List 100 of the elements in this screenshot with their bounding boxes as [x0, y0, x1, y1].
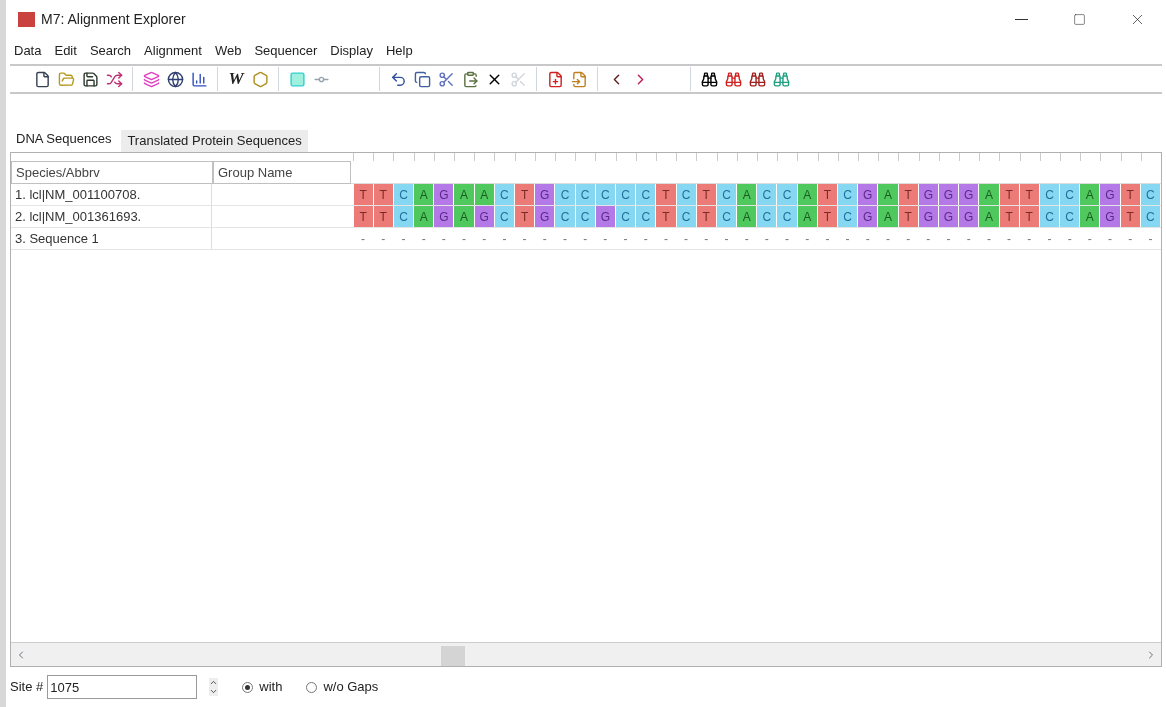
gap-cell: - [515, 228, 536, 249]
base-cell: T [898, 206, 919, 227]
gap-cell: - [575, 228, 596, 249]
menu-item[interactable]: Display [330, 41, 373, 61]
base-cell: G [959, 184, 980, 205]
base-cell: T [515, 206, 536, 227]
base-cell: G [1100, 206, 1121, 227]
base-cell: C [1140, 184, 1161, 205]
base-cell: G [918, 206, 939, 227]
gap-cell: - [1039, 228, 1061, 249]
base-cell: T [1019, 184, 1040, 205]
base-cell: G [434, 184, 455, 205]
base-cell: G [535, 206, 556, 227]
base-cell: C [615, 184, 637, 205]
base-cell: T [656, 184, 677, 205]
w-button[interactable]: W [224, 67, 248, 91]
gap-cell: - [979, 228, 1000, 249]
gap-cell: - [1019, 228, 1040, 249]
gap-cell: - [797, 228, 818, 249]
base-cell: G [535, 184, 556, 205]
gap-cell: - [636, 228, 657, 249]
site-field[interactable]: 1075 [47, 675, 198, 699]
base-cell: T [353, 206, 374, 227]
base-cell: T [515, 184, 536, 205]
base-cell: C [1060, 206, 1081, 227]
base-cell: C [716, 184, 738, 205]
gap-cell: - [817, 228, 838, 249]
base-cell: G [938, 206, 960, 227]
gap-cell: - [938, 228, 960, 249]
base-cell: C [575, 184, 596, 205]
table-cell-text: 2. lcl|NM_001361693. [14, 207, 143, 226]
menu-item[interactable]: Data [14, 41, 42, 61]
gap-cell: - [595, 228, 616, 249]
base-cell: A [1080, 206, 1101, 227]
base-cell: C [595, 184, 616, 205]
gap-cell: - [838, 228, 859, 249]
base-cell: G [918, 184, 939, 205]
base-cell: T [999, 206, 1020, 227]
column-header: Species/Abbrv [11, 161, 213, 184]
gap-cell: - [414, 228, 435, 249]
menu-item[interactable]: Alignment [144, 41, 202, 61]
base-cell: A [979, 184, 1000, 205]
base-cell: C [636, 184, 657, 205]
base-cell: T [1019, 206, 1040, 227]
gap-cell: - [1120, 228, 1141, 249]
scroll-thumb[interactable] [441, 646, 465, 666]
base-cell: T [696, 184, 717, 205]
gap-cell: - [373, 228, 394, 249]
base-cell: C [838, 206, 859, 227]
gap-cell: - [454, 228, 475, 249]
tab[interactable]: Translated Protein Sequences [121, 130, 308, 152]
base-cell: G [959, 206, 980, 227]
menu-item[interactable]: Edit [54, 41, 77, 61]
base-cell: C [575, 206, 596, 227]
base-cell: A [878, 206, 899, 227]
menu-item[interactable]: Web [214, 41, 242, 61]
base-cell: C [393, 206, 415, 227]
gap-cell: - [858, 228, 879, 249]
base-cell: T [898, 184, 919, 205]
gap-cell: - [474, 228, 495, 249]
base-cell: C [1140, 206, 1161, 227]
gap-cell: - [737, 228, 758, 249]
gap-cell: - [353, 228, 374, 249]
radio-label: w/o Gaps [323, 678, 379, 697]
base-cell: T [656, 206, 677, 227]
base-cell: G [434, 206, 455, 227]
base-cell: C [838, 184, 859, 205]
base-cell: C [494, 206, 515, 227]
base-cell: A [454, 206, 475, 227]
gap-cell: - [1100, 228, 1121, 249]
horizontal-scrollbar[interactable] [11, 642, 1161, 666]
menu-item[interactable]: Search [89, 41, 132, 61]
gap-cell: - [393, 228, 415, 249]
base-cell: A [737, 184, 758, 205]
column-header: Group Name [213, 161, 351, 184]
base-cell: C [757, 206, 778, 227]
window-title: M7: Alignment Explorer [41, 9, 186, 29]
maximize-icon [1072, 12, 1086, 26]
base-cell: T [373, 184, 394, 205]
base-cell: G [595, 206, 616, 227]
gap-cell: - [1140, 228, 1161, 249]
menu-item[interactable]: Sequencer [254, 41, 318, 61]
gap-cell: - [696, 228, 717, 249]
base-cell: C [676, 206, 697, 227]
base-cell: G [938, 184, 960, 205]
base-cell: C [1039, 206, 1061, 227]
base-cell: A [474, 184, 495, 205]
base-cell: T [1120, 184, 1141, 205]
base-cell: G [858, 206, 879, 227]
base-cell: C [676, 184, 697, 205]
base-cell: T [353, 184, 374, 205]
gap-cell: - [898, 228, 919, 249]
menu-item[interactable]: Help [385, 41, 413, 61]
base-cell: A [797, 184, 818, 205]
base-cell: A [737, 206, 758, 227]
base-cell: T [696, 206, 717, 227]
gap-cell: - [676, 228, 697, 249]
spinner[interactable] [209, 678, 219, 696]
base-cell: T [999, 184, 1020, 205]
base-cell: C [636, 206, 657, 227]
